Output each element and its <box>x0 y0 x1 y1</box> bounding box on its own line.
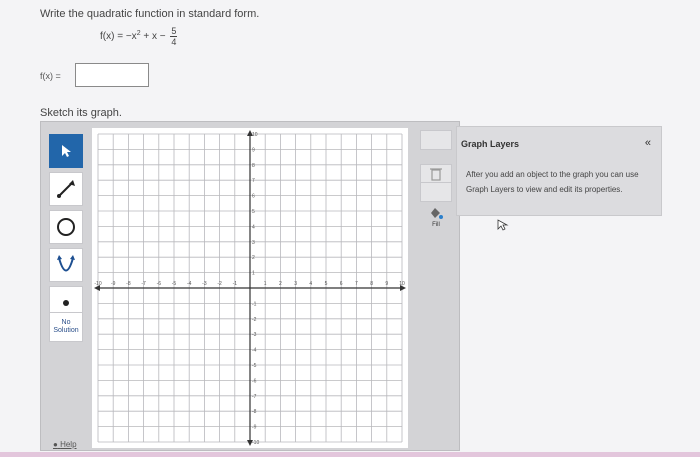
help-icon: ● <box>53 440 58 449</box>
trash-icon <box>430 168 442 181</box>
question-prompt: Write the quadratic function in standard… <box>40 8 260 20</box>
bottom-border <box>0 452 700 457</box>
y-tick-label: 7 <box>252 178 255 184</box>
arrow-pointer-icon <box>62 145 71 157</box>
y-tick-label: -1 <box>252 301 257 307</box>
no-solution-button[interactable]: No Solution <box>49 312 83 342</box>
x-tick-label: -4 <box>187 281 192 287</box>
y-tick-label: -9 <box>252 425 257 431</box>
y-tick-label: -6 <box>252 378 257 384</box>
circle-icon <box>57 218 75 236</box>
fraction-denominator: 4 <box>171 37 177 47</box>
x-tick-label: 8 <box>370 281 373 287</box>
x-tick-label: -2 <box>217 281 222 287</box>
y-tick-label: 2 <box>252 255 255 261</box>
grid-svg[interactable]: -10 -9 -8 -7 -6 -5 -4 -3 -2 -1 1 2 3 4 5 6 7 8 9 10 10 9 8 7 6 5 4… <box>92 128 408 448</box>
parabola-tool-button[interactable] <box>49 248 83 282</box>
x-tick-label: -6 <box>157 281 162 287</box>
y-tick-label: 10 <box>252 132 258 138</box>
help-link[interactable]: ● Help <box>53 440 77 449</box>
x-tick-label: 2 <box>279 281 282 287</box>
y-tick-label: -3 <box>252 332 257 338</box>
y-tick-label: 9 <box>252 147 255 153</box>
function-lhs: f(x) = −x <box>100 31 137 43</box>
x-tick-label: 5 <box>325 281 328 287</box>
y-tick-label: -10 <box>252 440 259 446</box>
fill-button[interactable] <box>420 204 452 224</box>
graph-layers-title: Graph Layers <box>461 139 520 149</box>
y-tick-label: 3 <box>252 240 255 246</box>
y-tick-label: -2 <box>252 317 257 323</box>
function-rest: + x − <box>140 31 166 43</box>
coordinate-grid[interactable]: -10 -9 -8 -7 -6 -5 -4 -3 -2 -1 1 2 3 4 5 6 7 8 9 10 10 9 8 7 6 5 4… <box>92 128 408 448</box>
no-solution-line2: Solution <box>53 327 79 334</box>
y-tick-label: -7 <box>252 394 257 400</box>
answer-input[interactable] <box>75 63 149 87</box>
x-tick-label: -5 <box>172 281 177 287</box>
fill-label: Fill <box>432 222 440 228</box>
y-tick-label: 5 <box>252 209 255 215</box>
function-expression: f(x) = −x2 + x − 5 4 <box>100 26 178 47</box>
line-segment-icon <box>57 180 75 198</box>
no-solution-line1: No <box>61 319 71 326</box>
x-tick-label: -9 <box>111 281 116 287</box>
graph-layers-panel: Graph Layers « After you add an object t… <box>456 126 662 231</box>
y-tick-label: -4 <box>252 348 257 354</box>
line-tool-button[interactable] <box>49 172 83 206</box>
x-tick-label: -7 <box>141 281 146 287</box>
fill-icon <box>431 208 443 219</box>
x-tick-label: -1 <box>233 281 238 287</box>
x-tick-label: 9 <box>385 281 388 287</box>
fraction: 5 4 <box>170 26 178 47</box>
sketch-prompt: Sketch its graph. <box>40 107 122 119</box>
x-tick-label: 3 <box>294 281 297 287</box>
x-tick-label: -8 <box>126 281 131 287</box>
y-tick-label: 1 <box>252 271 255 277</box>
pointer-tool-button[interactable] <box>49 134 83 168</box>
y-tick-label: 4 <box>252 224 255 230</box>
circle-tool-button[interactable] <box>49 210 83 244</box>
undo-button[interactable] <box>420 130 452 150</box>
no-solution-label: No Solution <box>53 319 78 335</box>
right-tool-strip: Fill <box>416 126 456 448</box>
y-tick-label: 8 <box>252 163 255 169</box>
parabola-icon <box>57 255 75 272</box>
y-tick-label: 6 <box>252 194 255 200</box>
double-chevron-left-icon[interactable]: « <box>645 137 651 149</box>
x-tick-label: -3 <box>202 281 207 287</box>
x-tick-label: 4 <box>309 281 312 287</box>
y-tick-label: -8 <box>252 409 257 415</box>
y-tick-label: -5 <box>252 363 257 369</box>
delete-button[interactable] <box>420 164 452 184</box>
fraction-numerator: 5 <box>170 26 178 37</box>
layer-button[interactable] <box>420 182 452 202</box>
cursor-icon <box>497 219 509 231</box>
answer-label: f(x) = <box>40 71 61 81</box>
x-tick-label: 10 <box>399 281 405 287</box>
graph-layers-description: After you add an object to the graph you… <box>466 170 639 194</box>
x-tick-label: 6 <box>340 281 343 287</box>
x-tick-label: -10 <box>94 281 101 287</box>
x-tick-label: 7 <box>355 281 358 287</box>
help-label: Help <box>60 440 77 449</box>
x-tick-label: 1 <box>264 281 267 287</box>
